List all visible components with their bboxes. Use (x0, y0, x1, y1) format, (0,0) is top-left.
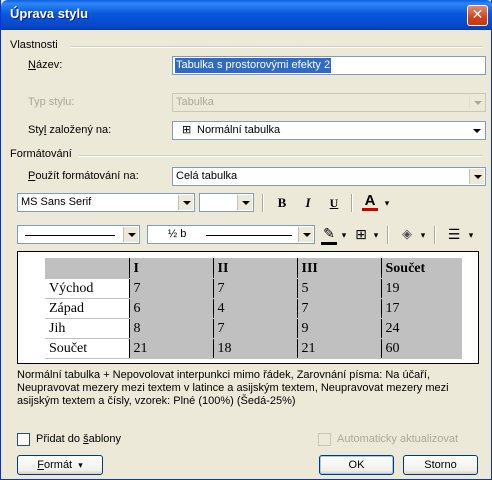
preview-cell: 5 (297, 278, 382, 299)
cancel-button[interactable]: Storno (403, 455, 478, 475)
align-dropdown[interactable]: ▾ (466, 225, 476, 245)
preview-row: Jih 8 7 9 24 (45, 318, 462, 339)
preview-row: Východ 7 7 5 19 (45, 278, 462, 299)
font-color-dropdown[interactable]: ▾ (382, 193, 392, 213)
table-style-icon: ⊞ (182, 123, 192, 136)
line-weight-select[interactable]: ½ b (147, 225, 315, 244)
bold-button[interactable]: B (273, 193, 291, 213)
toolbar-separator (262, 194, 264, 212)
preview-row: Západ 6 4 7 17 (45, 298, 462, 319)
toolbar-separator (434, 226, 436, 244)
chevron-down-icon[interactable] (298, 227, 313, 242)
preview-cell: Východ (45, 278, 130, 299)
formatting-divider (79, 155, 483, 157)
table-preview: I II III Součet Východ 7 7 5 19 Západ 6 … (17, 251, 479, 364)
style-type-label: Typ stylu: (28, 96, 75, 108)
based-on-select[interactable]: ⊞ Normální tabulka (172, 121, 486, 140)
apply-to-value: Celá tabulka (176, 170, 238, 182)
preview-cell: 18 (213, 338, 298, 359)
preview-cell: 7 (297, 298, 382, 319)
add-to-template-label[interactable]: Přidat do šablony (36, 433, 121, 445)
preview-cell: 7 (129, 278, 214, 299)
pen-icon: ✎ (323, 226, 335, 242)
based-on-label: Styl založený na: (28, 124, 112, 136)
chevron-down-icon[interactable] (469, 169, 484, 184)
preview-header-cell: II (213, 258, 298, 279)
preview-row: Součet 21 18 21 60 (45, 338, 462, 359)
name-input-value: Tabulka s prostorovými efekty 2 (175, 58, 332, 73)
line-weight-value: ½ b (168, 228, 187, 240)
ok-button[interactable]: OK (319, 455, 394, 475)
edit-style-dialog: Úprava stylu ✕ Vlastnosti Název: Tabulka… (0, 0, 492, 480)
font-color-icon: A (364, 192, 376, 209)
font-select[interactable]: MS Sans Serif (17, 193, 195, 212)
line-style-select[interactable] (17, 225, 140, 244)
based-on-value: Normální tabulka (197, 124, 281, 136)
font-size-select[interactable] (199, 193, 254, 212)
preview-cell: 9 (297, 318, 382, 339)
apply-to-label: Použít formátování na: (28, 170, 139, 182)
chevron-down-icon[interactable] (237, 195, 252, 210)
pen-color-button[interactable]: ✎ (319, 224, 339, 245)
borders-icon[interactable]: ⊞ (352, 225, 370, 245)
toolbar-separator (351, 194, 353, 212)
italic-button[interactable]: I (299, 193, 317, 213)
properties-group-label: Vlastnosti (10, 39, 58, 51)
preview-cell: Jih (45, 318, 130, 339)
shading-icon[interactable]: ◈ (397, 225, 417, 245)
preview-cell: 4 (213, 298, 298, 319)
format-button[interactable]: Formát ▾ (17, 455, 103, 475)
align-icon[interactable]: ☰ (444, 225, 464, 245)
preview-cell: 7 (213, 278, 298, 299)
preview-table: I II III Součet Východ 7 7 5 19 Západ 6 … (45, 258, 462, 359)
style-type-select: Tabulka (172, 93, 486, 112)
preview-header-cell: I (129, 258, 214, 279)
properties-divider (71, 46, 483, 48)
style-type-value: Tabulka (176, 96, 214, 108)
font-value: MS Sans Serif (21, 196, 92, 208)
add-to-template-checkbox[interactable] (17, 433, 30, 446)
shading-dropdown[interactable]: ▾ (418, 225, 428, 245)
chevron-down-icon[interactable] (123, 227, 138, 242)
chevron-down-icon[interactable] (178, 195, 193, 210)
dialog-title: Úprava stylu (10, 6, 89, 21)
preview-header-cell: Součet (381, 258, 462, 279)
line-weight-preview (206, 235, 292, 236)
title-bar[interactable]: Úprava stylu ✕ (1, 0, 492, 30)
preview-cell: 60 (381, 338, 462, 359)
preview-cell: 19 (381, 278, 462, 299)
preview-cell: 7 (213, 318, 298, 339)
chevron-down-icon: ▾ (78, 460, 83, 470)
name-input[interactable]: Tabulka s prostorovými efekty 2 (172, 56, 486, 75)
preview-cell: 21 (129, 338, 214, 359)
table-icon[interactable] (469, 123, 484, 138)
font-color-button[interactable]: A (360, 191, 380, 211)
preview-header-cell: III (297, 258, 382, 279)
formatting-group-label: Formátování (10, 148, 72, 160)
preview-cell: Součet (45, 338, 130, 359)
pen-color-swatch (321, 242, 337, 245)
preview-cell: Západ (45, 298, 130, 319)
auto-update-label: Automaticky aktualizovat (337, 433, 459, 445)
pen-color-dropdown[interactable]: ▾ (339, 225, 349, 245)
chevron-down-icon (469, 95, 484, 110)
auto-update-checkbox (318, 433, 331, 446)
style-description: Normální tabulka + Nepovolovat interpunk… (17, 369, 449, 407)
preview-cell: 17 (381, 298, 462, 319)
font-color-swatch (362, 208, 378, 211)
underline-button[interactable]: U (325, 193, 343, 213)
line-style-preview (25, 235, 115, 236)
borders-dropdown[interactable]: ▾ (371, 225, 381, 245)
close-button[interactable]: ✕ (467, 5, 488, 26)
apply-to-select[interactable]: Celá tabulka (172, 167, 486, 186)
preview-cell: 24 (381, 318, 462, 339)
preview-header-row: I II III Součet (45, 258, 462, 279)
name-label: Název: (28, 59, 63, 71)
preview-header-cell (45, 258, 130, 279)
preview-cell: 21 (297, 338, 382, 359)
toolbar-separator (387, 226, 389, 244)
preview-cell: 6 (129, 298, 214, 319)
preview-cell: 8 (129, 318, 214, 339)
